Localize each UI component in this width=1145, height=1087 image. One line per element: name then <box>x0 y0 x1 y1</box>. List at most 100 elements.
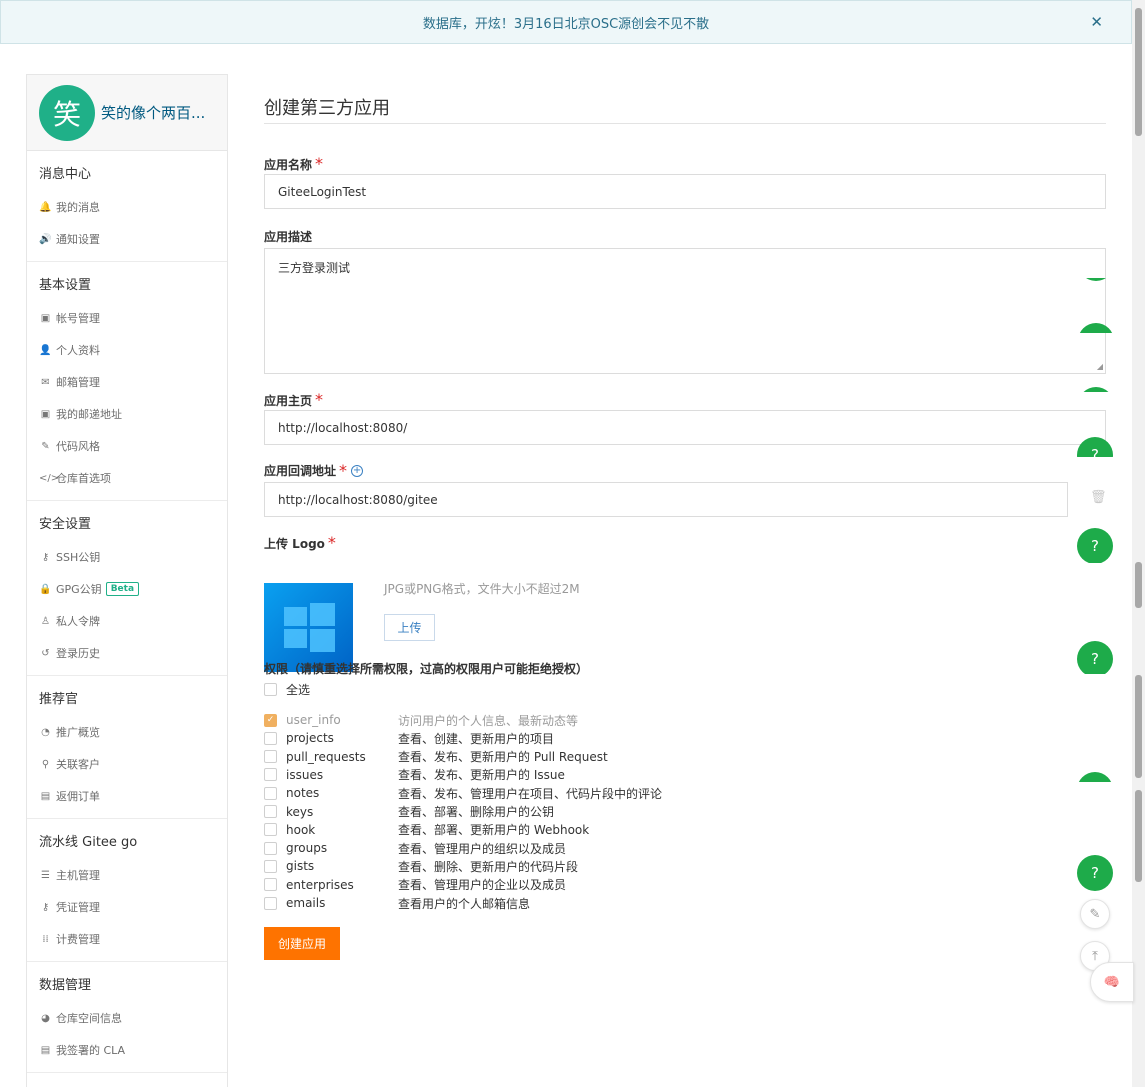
permission-row[interactable]: keys 查看、部署、删除用户的公钥 <box>264 803 554 821</box>
sidebar-item[interactable]: ☰ 主机管理 <box>27 859 227 891</box>
permission-row[interactable]: ✓ user_info 访问用户的个人信息、最新动态等 <box>264 711 578 729</box>
permission-row[interactable]: gists 查看、删除、更新用户的代码片段 <box>264 857 578 875</box>
banner-text[interactable]: 数据库，开炫！3月16日北京OSC源创会不见不散 <box>423 13 709 32</box>
select-all-checkbox[interactable] <box>264 682 277 696</box>
sidebar-section: 安全设置 ⚷ SSH公钥 🔒 GPG公钥 Beta ♙ 私人令牌 ↺ 登录历史 <box>27 501 227 676</box>
create-app-form: 创建第三方应用 应用名称 * GiteeLoginTest 应用描述 三方登录测试… <box>264 94 1107 960</box>
permission-checkbox: ✓ <box>264 713 277 727</box>
permission-checkbox[interactable] <box>264 841 277 855</box>
permission-description: 查看、发布、更新用户的 Issue <box>398 768 565 783</box>
help-button[interactable]: ? <box>1077 855 1113 891</box>
permission-row[interactable]: projects 查看、创建、更新用户的项目 <box>264 729 554 747</box>
sidebar-item[interactable]: ▤ 返佣订单 <box>27 780 227 812</box>
sidebar-item[interactable]: 👤 个人资料 <box>27 334 227 366</box>
permission-checkbox[interactable] <box>264 878 277 892</box>
user-card[interactable]: 笑 笑的像个两百... <box>27 75 227 151</box>
sidebar-item-label: 仓库空间信息 <box>56 1012 122 1025</box>
select-all-label: 全选 <box>286 682 311 697</box>
sidebar-item[interactable]: ◕ 仓库空间信息 <box>27 1002 227 1034</box>
sidebar-item[interactable]: ✉ 邮箱管理 <box>27 366 227 398</box>
permissions-title: 权限（请慎重选择所需权限，过高的权限用户可能拒绝授权） <box>264 662 589 676</box>
sidebar-item[interactable]: ⚷ 凭证管理 <box>27 891 227 923</box>
sidebar-item[interactable]: ▣ 我的邮递地址 <box>27 398 227 430</box>
permission-name: hook <box>286 822 316 837</box>
permission-row[interactable]: notes 查看、发布、管理用户在项目、代码片段中的评论 <box>264 784 662 802</box>
user-name[interactable]: 笑的像个两百... <box>101 102 205 123</box>
upload-button[interactable]: 上传 <box>384 614 435 641</box>
server-icon: ☰ <box>41 869 50 881</box>
sidebar-item[interactable]: ⚷ SSH公钥 <box>27 541 227 573</box>
callback-label: 应用回调地址 <box>264 464 337 478</box>
sidebar-item[interactable]: 🔒 GPG公钥 Beta <box>27 573 227 605</box>
scrollbar-thumb[interactable] <box>1135 790 1142 882</box>
permission-checkbox[interactable] <box>264 805 277 818</box>
trash-icon[interactable]: 🗑 <box>1090 490 1107 505</box>
sidebar-item-label: SSH公钥 <box>56 551 101 564</box>
permission-checkbox[interactable] <box>264 859 277 873</box>
ai-assistant-icon[interactable]: 🧠 <box>1090 962 1134 1002</box>
sidebar-item[interactable]: ✎ 代码风格 <box>27 430 227 462</box>
help-button-clipped <box>1077 772 1117 782</box>
sidebar-section: 基本设置 ▣ 帐号管理 👤 个人资料 ✉ 邮箱管理 ▣ 我的邮递地址 ✎ 代码风格 </> 仓库首选项 <box>27 262 227 501</box>
app-name-input[interactable]: GiteeLoginTest <box>264 174 1106 209</box>
permission-checkbox[interactable] <box>264 823 277 837</box>
permission-checkbox[interactable] <box>264 896 277 910</box>
avatar[interactable]: 笑 <box>39 84 95 141</box>
sidebar-item[interactable]: ▣ 帐号管理 <box>27 302 227 334</box>
permission-row[interactable]: pull_requests 查看、发布、更新用户的 Pull Request <box>264 748 608 766</box>
sidebar-item[interactable]: 🔔 我的消息 <box>27 191 227 223</box>
permission-name: gists <box>286 859 315 874</box>
sidebar-item-label: 帐号管理 <box>56 312 100 325</box>
permission-description: 查看、删除、更新用户的代码片段 <box>398 859 579 874</box>
feedback-icon[interactable]: ✎ <box>1080 899 1110 929</box>
permission-name: pull_requests <box>286 749 366 764</box>
permission-name: emails <box>286 896 326 910</box>
permission-row[interactable]: emails 查看用户的个人邮箱信息 <box>264 894 530 912</box>
sidebar-section: 流水线 Gitee go ☰ 主机管理 ⚷ 凭证管理 ⁞⁞ 计费管理 <box>27 819 227 962</box>
permission-name: notes <box>286 786 320 801</box>
file-icon: ▤ <box>40 1044 51 1056</box>
permission-checkbox[interactable] <box>264 750 277 764</box>
sidebar-item[interactable]: ◔ 推广概览 <box>27 716 227 748</box>
scrollbar-thumb[interactable] <box>1135 675 1142 778</box>
permission-row[interactable]: hook 查看、部署、更新用户的 Webhook <box>264 821 589 839</box>
history-icon: ↺ <box>41 647 50 659</box>
sidebar-item[interactable]: ↺ 登录历史 <box>27 637 227 669</box>
resize-handle-icon[interactable]: ◢ <box>1097 362 1103 371</box>
callback-value: http://localhost:8080/gitee <box>278 492 438 507</box>
user-link-icon: ⚲ <box>41 758 50 770</box>
pie-icon: ◕ <box>41 1012 50 1024</box>
sidebar-item-label: 凭证管理 <box>56 901 100 914</box>
beta-badge: Beta <box>105 582 140 596</box>
app-desc-label: 应用描述 <box>264 230 313 244</box>
billing-icon: ⁞⁞ <box>42 933 49 945</box>
create-app-button[interactable]: 创建应用 <box>264 927 340 960</box>
id-card-icon: ▣ <box>40 408 51 420</box>
scrollbar-thumb[interactable] <box>1135 8 1142 136</box>
sidebar-item[interactable]: ⁞⁞ 计费管理 <box>27 923 227 955</box>
scrollbar-thumb[interactable] <box>1135 562 1142 608</box>
logo-preview <box>264 583 353 672</box>
permission-checkbox[interactable] <box>264 786 277 800</box>
permission-checkbox[interactable] <box>264 731 277 745</box>
permission-row[interactable]: groups 查看、管理用户的组织以及成员 <box>264 839 566 857</box>
select-all-row[interactable]: 全选 <box>264 680 310 698</box>
sidebar-item-label: 个人资料 <box>56 344 100 357</box>
required-mark: * <box>339 461 348 480</box>
sidebar-item[interactable]: ▤ 我签署的 CLA <box>27 1034 227 1066</box>
permission-row[interactable]: issues 查看、发布、更新用户的 Issue <box>264 766 565 784</box>
callback-input[interactable]: http://localhost:8080/gitee <box>264 482 1068 517</box>
sidebar-item[interactable]: ♙ 私人令牌 <box>27 605 227 637</box>
permission-row[interactable]: enterprises 查看、管理用户的企业以及成员 <box>264 876 566 894</box>
scrollbar[interactable] <box>1132 0 1145 1087</box>
close-icon[interactable]: ✕ <box>1090 13 1103 31</box>
add-callback-icon[interactable]: + <box>351 464 364 477</box>
sidebar-item[interactable]: ⚲ 关联客户 <box>27 748 227 780</box>
sidebar-item-label: GPG公钥 <box>56 583 102 596</box>
permission-checkbox[interactable] <box>264 768 277 782</box>
app-home-input[interactable]: http://localhost:8080/ <box>264 410 1106 445</box>
app-desc-textarea[interactable]: 三方登录测试 ◢ <box>264 248 1106 374</box>
sidebar-item[interactable]: 🔊 通知设置 <box>27 223 227 255</box>
sidebar-section-title: 消息中心 <box>39 167 92 182</box>
sidebar-item[interactable]: </> 仓库首选项 <box>27 462 227 494</box>
